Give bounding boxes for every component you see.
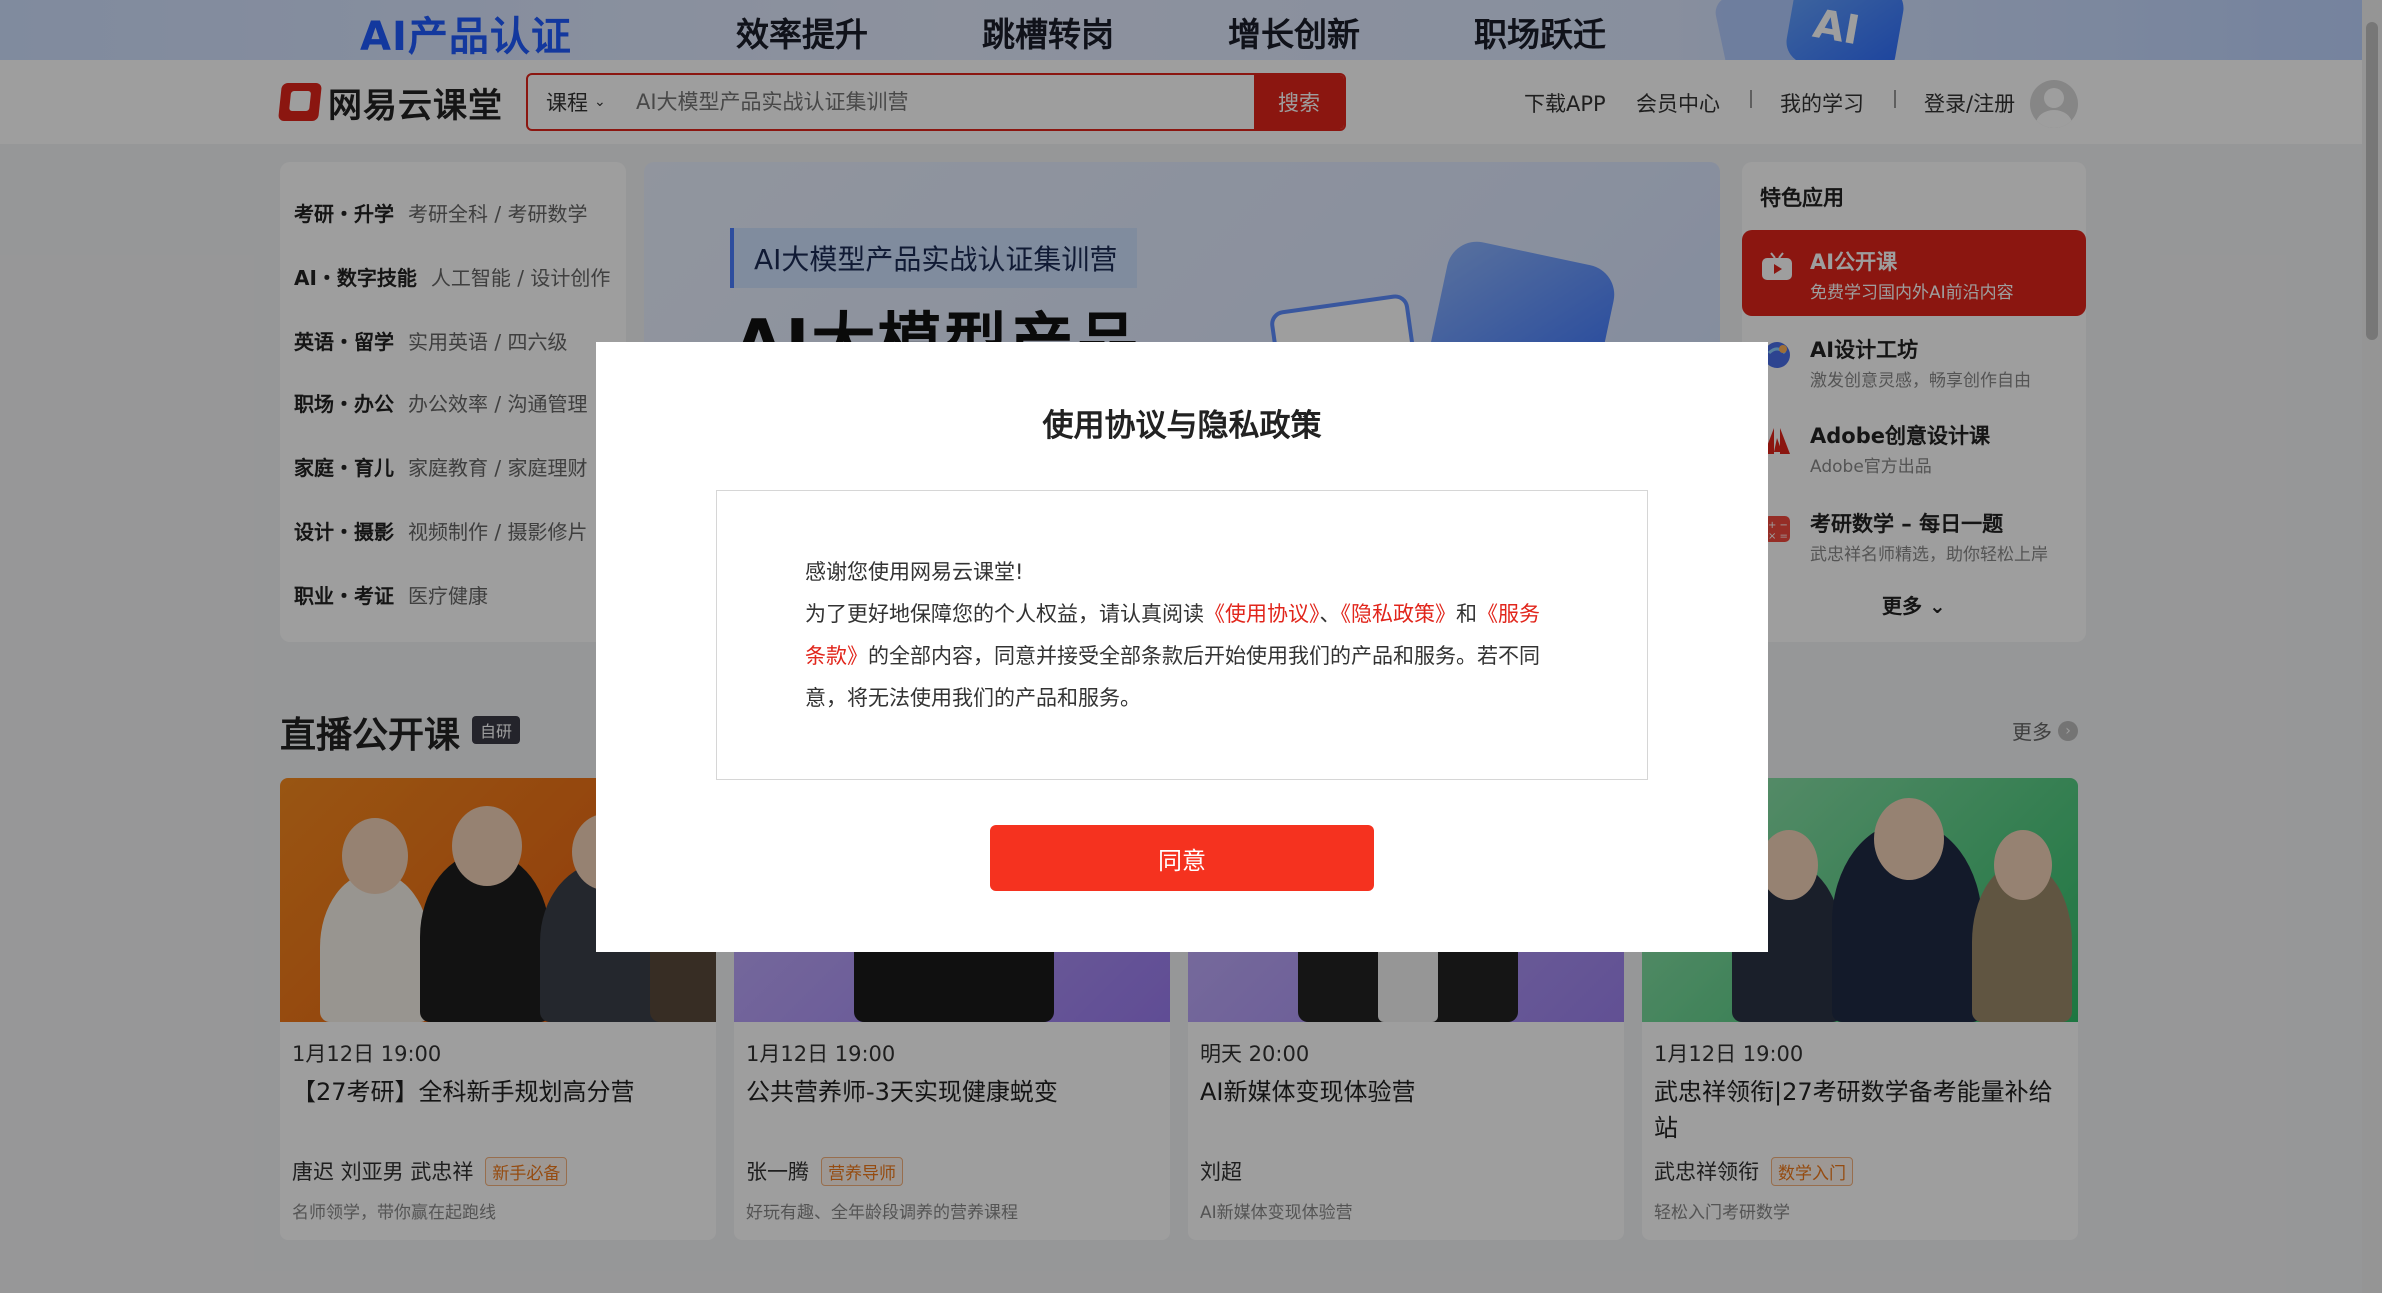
agreement-dialog: 使用协议与隐私政策 感谢您使用网易云课堂! 为了更好地保障您的个人权益，请认真阅… (596, 342, 1768, 952)
agreement-text-box: 感谢您使用网易云课堂! 为了更好地保障您的个人权益，请认真阅读《使用协议》、《隐… (716, 490, 1648, 780)
dialog-title: 使用协议与隐私政策 (1042, 408, 1322, 444)
user-agreement-link[interactable]: 《使用协议》 (1204, 602, 1320, 626)
greeting-text: 感谢您使用网易云课堂! (805, 560, 1024, 584)
agree-button[interactable]: 同意 (990, 825, 1374, 891)
agreement-paragraph: 为了更好地保障您的个人权益，请认真阅读《使用协议》、《隐私政策》和《服务条款》的… (805, 602, 1540, 710)
privacy-policy-link[interactable]: 《隐私政策》 (1341, 602, 1457, 626)
